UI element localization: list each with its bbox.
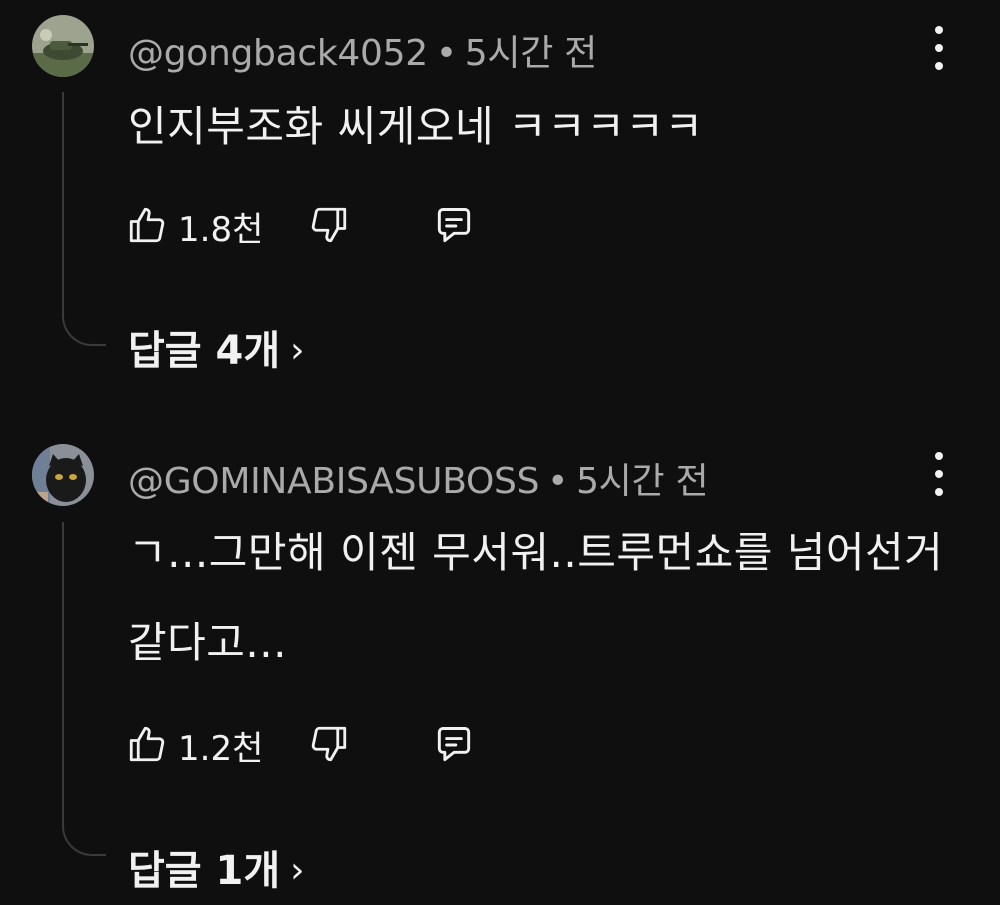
chevron-right-icon: › <box>290 850 305 891</box>
reply-comment-icon[interactable] <box>432 723 476 767</box>
like-count: 1.2천 <box>178 729 264 769</box>
comment-item: @GOMINABISASUBOSS • 5시간 전 ㄱ...그만해 이젠 무서워..… <box>0 0 1000 905</box>
comment-time: 5시간 전 <box>576 461 709 502</box>
comment-meta: @GOMINABISASUBOSS • 5시간 전 <box>128 452 709 504</box>
replies-label: 답글 1개 <box>128 848 281 894</box>
more-vertical-icon[interactable] <box>922 452 956 496</box>
comment-text: ㄱ...그만해 이젠 무서워..트루먼쇼를 넘어선거같다고... <box>128 528 944 667</box>
thread-line <box>62 522 106 856</box>
thumbs-up-icon[interactable] <box>126 723 168 765</box>
avatar-image-icon <box>32 444 94 506</box>
view-replies-button[interactable]: 답글 1개 › <box>128 838 305 896</box>
meta-separator: • <box>547 461 569 502</box>
comment-actions: 1.2천 <box>126 719 506 769</box>
comment-username[interactable]: @GOMINABISASUBOSS <box>128 461 539 502</box>
avatar[interactable] <box>32 444 94 506</box>
thumbs-down-icon[interactable] <box>308 723 350 765</box>
